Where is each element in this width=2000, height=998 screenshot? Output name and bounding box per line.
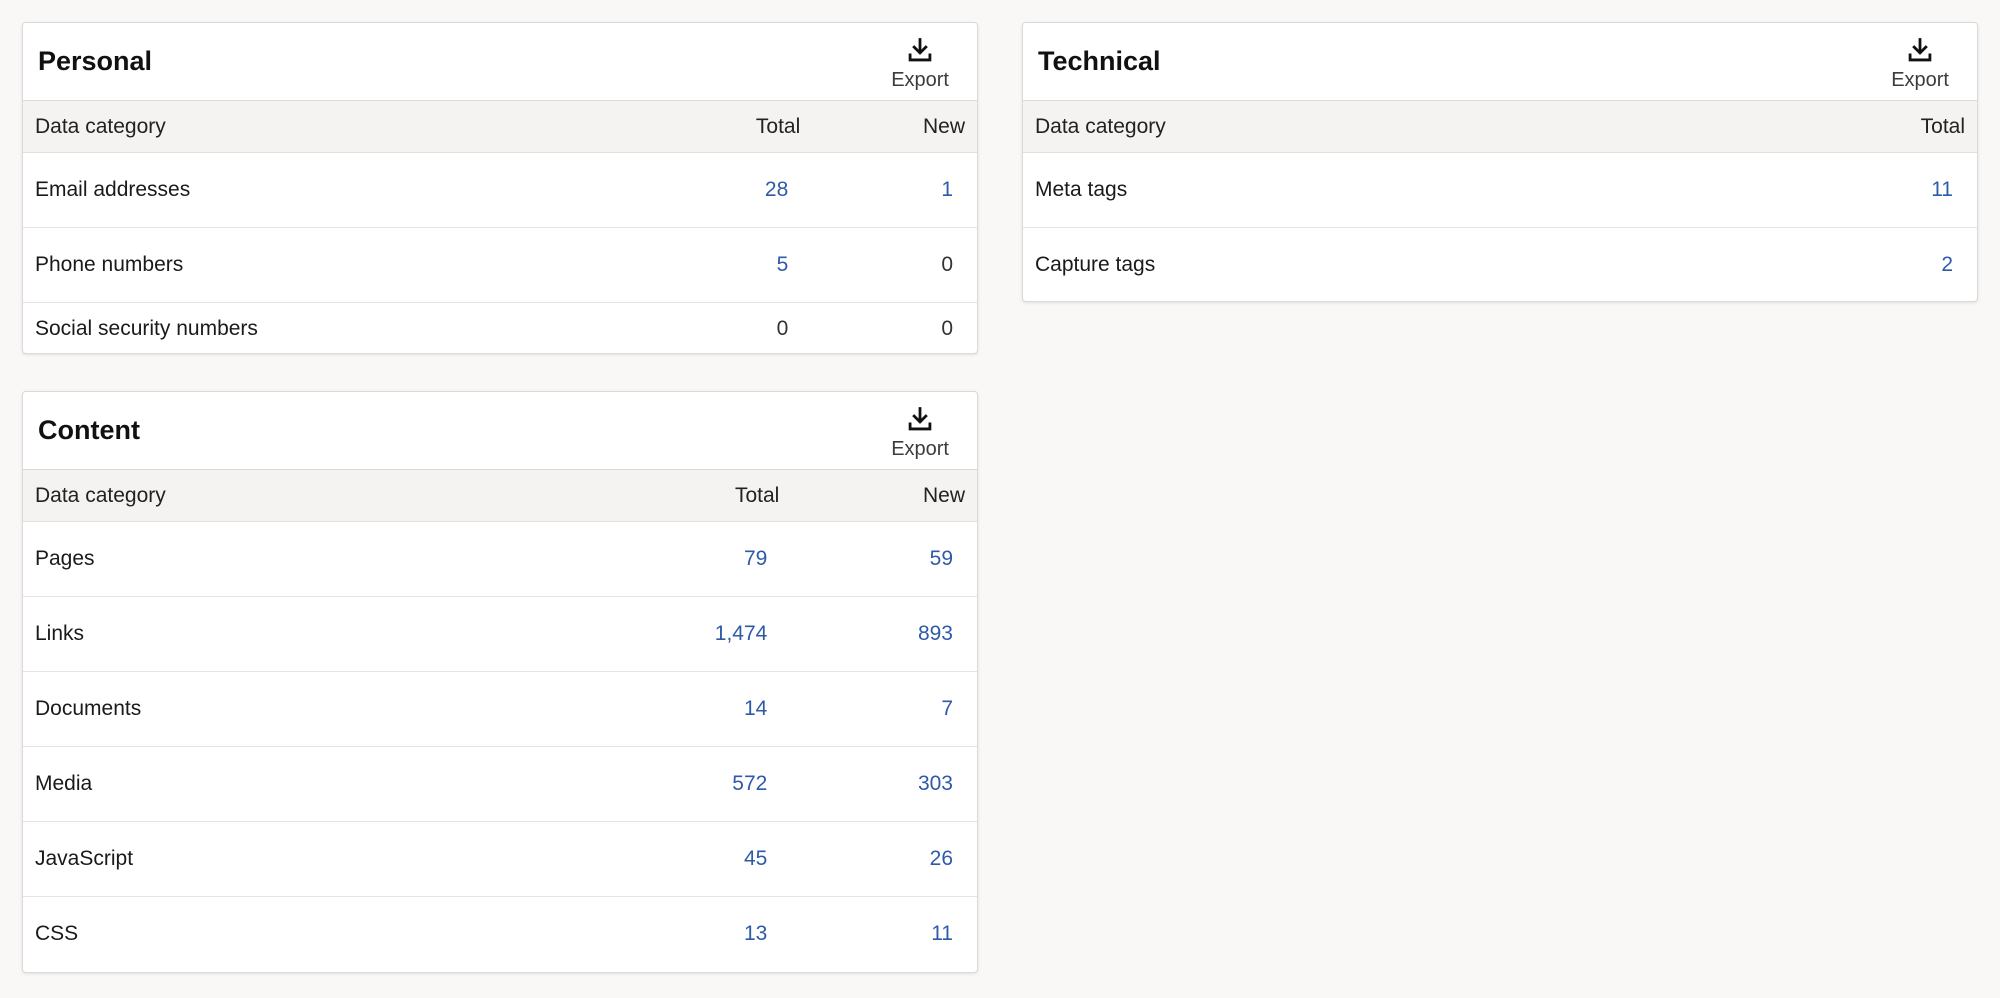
content-export-label: Export [891, 437, 949, 460]
row-new-link[interactable]: 26 [930, 847, 953, 870]
row-new-value: 0 [941, 253, 953, 276]
row-category: Media [23, 746, 548, 822]
row-category: CSS [35, 922, 79, 946]
technical-card: Technical Export Data category Total Met… [1022, 22, 1978, 302]
personal-card: Personal Export Data category Total New … [22, 22, 978, 354]
technical-card-title: Technical [1038, 46, 1161, 76]
row-category: Pages [23, 521, 548, 597]
personal-export-button[interactable]: Export [891, 32, 949, 92]
column-header-new[interactable]: New [812, 101, 977, 153]
row-category: Links [23, 596, 548, 672]
personal-card-title: Personal [38, 46, 153, 76]
row-new-link[interactable]: 303 [918, 772, 953, 795]
row-category: Documents [23, 671, 548, 747]
table-row: JavaScript 45 26 [23, 821, 977, 897]
row-total-link[interactable]: 1,474 [715, 622, 768, 645]
row-new-link[interactable]: 893 [918, 622, 953, 645]
table-row: Email addresses 28 1 [23, 152, 977, 228]
table-header-row: Data category Total New [23, 100, 977, 153]
table-row: CSS 13 11 [23, 897, 977, 972]
row-category: Capture tags [1035, 253, 1156, 277]
table-row: Pages 79 59 [23, 521, 977, 597]
personal-card-header: Personal Export [23, 23, 977, 100]
row-total-value: 0 [776, 316, 789, 340]
technical-export-label: Export [1891, 68, 1949, 91]
row-category: JavaScript [23, 821, 548, 897]
column-header-data-category[interactable]: Data category [23, 470, 548, 522]
row-category: Meta tags [1023, 152, 1822, 228]
row-new-link[interactable]: 59 [930, 547, 953, 570]
content-card-header: Content Export [23, 392, 977, 469]
row-category: Social security numbers [35, 316, 258, 340]
column-header-data-category[interactable]: Data category [1023, 101, 1821, 153]
download-icon [908, 37, 932, 61]
table-row: Social security numbers 0 0 [23, 303, 977, 354]
technical-table: Data category Total Meta tags 11 Capture… [1023, 100, 1977, 302]
table-row: Phone numbers 5 0 [23, 227, 977, 303]
row-total-link[interactable]: 45 [744, 847, 767, 870]
row-category: Phone numbers [23, 227, 602, 303]
table-row: Documents 14 7 [23, 671, 977, 747]
row-new-link[interactable]: 11 [931, 922, 953, 945]
row-new-value: 0 [941, 316, 953, 340]
row-total-link[interactable]: 5 [777, 253, 789, 276]
personal-table: Data category Total New Email addresses … [23, 100, 977, 354]
technical-card-header: Technical Export [1023, 23, 1977, 100]
content-table: Data category Total New Pages 79 59 Link… [23, 469, 977, 972]
row-total-link[interactable]: 2 [1941, 253, 1953, 276]
technical-export-button[interactable]: Export [1891, 32, 1949, 92]
content-card-title: Content [38, 415, 140, 445]
column-header-total[interactable]: Total [1821, 101, 1977, 153]
download-icon [908, 406, 932, 430]
table-row: Meta tags 11 [1023, 152, 1977, 228]
column-header-new[interactable]: New [791, 470, 977, 522]
personal-export-label: Export [891, 68, 949, 91]
row-total-link[interactable]: 13 [744, 922, 767, 945]
row-total-link[interactable]: 14 [744, 697, 767, 720]
table-row: Links 1,474 893 [23, 596, 977, 672]
row-total-link[interactable]: 572 [732, 772, 767, 795]
download-icon [1908, 37, 1932, 61]
column-header-total[interactable]: Total [602, 101, 813, 153]
row-new-link[interactable]: 7 [941, 697, 953, 720]
content-card: Content Export Data category Total New P… [22, 391, 978, 973]
row-total-link[interactable]: 79 [744, 547, 767, 570]
table-header-row: Data category Total [1023, 100, 1977, 153]
row-new-link[interactable]: 1 [941, 178, 953, 201]
column-header-total[interactable]: Total [548, 470, 792, 522]
table-row: Capture tags 2 [1023, 228, 1977, 302]
row-total-link[interactable]: 28 [765, 178, 788, 201]
row-category: Email addresses [23, 152, 602, 228]
row-total-link[interactable]: 11 [1931, 178, 1953, 201]
column-header-data-category[interactable]: Data category [23, 101, 602, 153]
content-export-button[interactable]: Export [891, 401, 949, 461]
table-row: Media 572 303 [23, 746, 977, 822]
table-header-row: Data category Total New [23, 469, 977, 522]
